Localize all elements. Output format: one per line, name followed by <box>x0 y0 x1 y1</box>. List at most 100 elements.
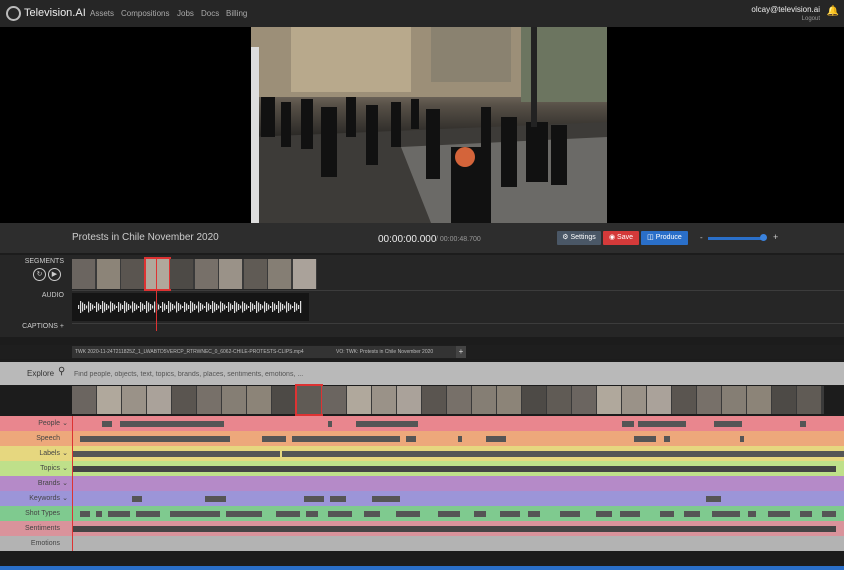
add-tab-button[interactable]: + <box>456 346 466 358</box>
audio-waveform[interactable] <box>72 293 309 321</box>
logo-icon[interactable] <box>6 6 21 21</box>
track-segment[interactable] <box>108 510 130 517</box>
track-segment[interactable] <box>372 495 400 502</box>
track-segment[interactable] <box>664 435 670 442</box>
video-frame[interactable] <box>251 27 607 223</box>
track-segment[interactable] <box>748 510 756 517</box>
film-thumb[interactable] <box>772 386 796 414</box>
track-label[interactable]: People ⌄ <box>0 416 70 431</box>
save-button[interactable]: ◉ Save <box>603 231 639 245</box>
film-thumb[interactable] <box>472 386 496 414</box>
track-segment[interactable] <box>132 495 142 502</box>
search-icon[interactable]: ⚲ <box>58 366 65 377</box>
track-label[interactable]: Shot Types <box>0 506 70 521</box>
nav-assets[interactable]: Assets <box>90 9 114 18</box>
film-thumb[interactable] <box>197 386 221 414</box>
film-thumb[interactable] <box>272 386 296 414</box>
track-segment[interactable] <box>396 510 420 517</box>
chevron-down-icon[interactable]: ⌄ <box>60 416 70 431</box>
chevron-down-icon[interactable]: ⌄ <box>60 476 70 491</box>
track-label[interactable]: Labels ⌄ <box>0 446 70 461</box>
segment-thumb[interactable] <box>194 259 218 289</box>
film-thumb[interactable] <box>347 386 371 414</box>
track-segment[interactable] <box>706 495 721 502</box>
brand-name[interactable]: Television.AI <box>24 7 86 19</box>
track-segment[interactable] <box>660 510 674 517</box>
film-thumb[interactable] <box>672 386 696 414</box>
segment-thumb[interactable] <box>143 257 171 291</box>
track-segment[interactable] <box>596 510 612 517</box>
track-segment[interactable] <box>262 435 286 442</box>
track-segment[interactable] <box>205 495 226 502</box>
film-thumb[interactable] <box>147 386 171 414</box>
track-segment[interactable] <box>800 420 806 427</box>
bell-icon[interactable]: 🔔 <box>827 6 839 17</box>
track-segment[interactable] <box>170 510 220 517</box>
track-segment[interactable] <box>304 495 324 502</box>
track-segment[interactable] <box>622 420 634 427</box>
volume-up[interactable]: + <box>773 232 778 242</box>
track-segment[interactable] <box>740 435 744 442</box>
film-thumb[interactable] <box>172 386 196 414</box>
film-thumb[interactable] <box>222 386 246 414</box>
segment-thumb[interactable] <box>243 259 267 289</box>
track-segment[interactable] <box>438 510 460 517</box>
track-segment[interactable] <box>72 450 280 457</box>
user-email[interactable]: olcay@television.ai <box>751 5 820 14</box>
tab-file[interactable]: TWK 2020-11-24T211825Z_1_LWABTD5VERCP_RT… <box>72 346 334 358</box>
track-segment[interactable] <box>712 510 740 517</box>
chevron-down-icon[interactable]: ⌄ <box>60 446 70 461</box>
volume-down[interactable]: - <box>700 233 703 242</box>
chevron-down-icon[interactable]: ⌄ <box>60 491 70 506</box>
film-thumb[interactable] <box>497 386 521 414</box>
film-thumb[interactable] <box>247 386 271 414</box>
segment-thumb[interactable] <box>219 259 242 289</box>
nav-docs[interactable]: Docs <box>201 9 219 18</box>
track-segment[interactable] <box>768 510 790 517</box>
track-segment[interactable] <box>500 510 520 517</box>
track-segment[interactable] <box>226 510 262 517</box>
playhead[interactable] <box>156 259 157 331</box>
track-segment[interactable] <box>72 525 836 532</box>
captions-label[interactable]: CAPTIONS + <box>4 323 64 330</box>
track-segment[interactable] <box>714 420 742 427</box>
track-segment[interactable] <box>120 420 224 427</box>
film-thumb[interactable] <box>572 386 596 414</box>
settings-button[interactable]: ⚙ Settings <box>557 231 601 245</box>
tab-vo[interactable]: VO: TWK: Protests in Chile November 2020 <box>333 346 456 358</box>
film-thumb[interactable] <box>547 386 571 414</box>
film-thumb[interactable] <box>322 386 346 414</box>
film-thumb[interactable] <box>97 386 121 414</box>
track-segment[interactable] <box>136 510 160 517</box>
produce-button[interactable]: ◫ Produce <box>641 231 688 245</box>
film-thumb[interactable] <box>295 384 323 416</box>
nav-billing[interactable]: Billing <box>226 9 247 18</box>
track-segment[interactable] <box>822 510 836 517</box>
track-brands[interactable] <box>0 476 844 491</box>
film-thumb[interactable] <box>447 386 471 414</box>
track-segment[interactable] <box>292 435 400 442</box>
film-thumb[interactable] <box>522 386 546 414</box>
track-segment[interactable] <box>306 510 318 517</box>
track-label[interactable]: Keywords ⌄ <box>0 491 70 506</box>
track-segment[interactable] <box>638 420 686 427</box>
track-segment[interactable] <box>102 420 112 427</box>
track-segment[interactable] <box>328 510 352 517</box>
track-playhead[interactable] <box>72 416 73 551</box>
track-segment[interactable] <box>486 435 506 442</box>
track-segment[interactable] <box>96 510 102 517</box>
logout-link[interactable]: Logout <box>802 16 820 22</box>
track-segment[interactable] <box>282 450 844 457</box>
film-thumb[interactable] <box>397 386 421 414</box>
film-thumb[interactable] <box>372 386 396 414</box>
composition-title[interactable]: Protests in Chile November 2020 <box>72 232 219 243</box>
segment-thumb[interactable] <box>170 259 193 289</box>
track-segment[interactable] <box>474 510 486 517</box>
track-label[interactable]: Brands ⌄ <box>0 476 70 491</box>
track-segment[interactable] <box>330 495 346 502</box>
film-thumb[interactable] <box>597 386 621 414</box>
track-label[interactable]: Emotions <box>0 536 70 551</box>
track-segment[interactable] <box>328 420 332 427</box>
segment-thumb[interactable] <box>72 259 95 289</box>
track-segment[interactable] <box>634 435 656 442</box>
